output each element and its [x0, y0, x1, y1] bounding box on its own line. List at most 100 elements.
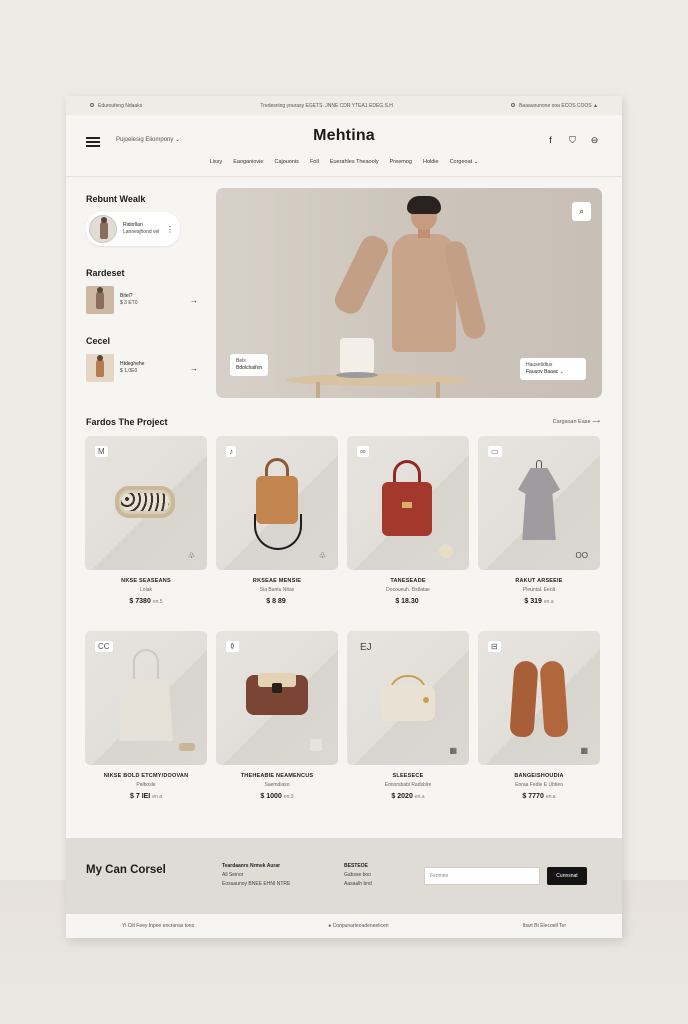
arrow-right-icon[interactable]: → [190, 296, 198, 305]
clock-icon [511, 103, 516, 108]
product-card[interactable]: CC NIKSE BOLD ETCMY/DOOVAN Pelbosle $ 7 … [85, 631, 207, 800]
top-announcement-bar: Eduroufeng Ndaaks Tredesning yourasy EGE… [66, 96, 622, 115]
product-image: ▭ OO [478, 436, 600, 570]
crossbody-bag-image [381, 685, 435, 721]
footer-link[interactable]: Eosuaunoy BNEE EHNI NTRE [222, 880, 290, 889]
facebook-icon[interactable]: f [545, 135, 556, 146]
product-subtitle: Eoraa Fedle E Ubtieo [515, 782, 563, 788]
product-name: THEHEABIE NEAMENCUS [240, 773, 314, 779]
model-image [330, 194, 494, 394]
product-badge: ⊟ [488, 641, 501, 652]
product-thumbnail [86, 354, 114, 382]
more-icon: ⋮ [166, 224, 174, 234]
product-name: SLEESECE [392, 773, 424, 779]
product-card[interactable]: ▭ OO RAKUT ARSEEIE Pleuntal. Eeolt $ 319… [478, 436, 600, 605]
product-card[interactable]: EJ ▦ SLEESECE Eonorsbabi Radsblre $ 2020… [347, 631, 469, 800]
footer-link[interactable]: Aasaalh bnd [344, 880, 372, 889]
chat-icon[interactable]: ⊖ [589, 135, 600, 146]
product-badge: CC [95, 641, 113, 652]
social-icons: f ⛉ ⊖ [545, 135, 600, 146]
product-name: RAKUT ARSEEIE [515, 578, 563, 584]
product-badge: ▭ [488, 446, 502, 457]
sidebar-item-recent[interactable]: Ridorllan Lannesjhond vel ⋮ [86, 212, 180, 246]
dress-image [518, 468, 560, 540]
topbar-right: Baaauounone ooa ECOS COOS ▲ [511, 103, 598, 109]
hero-tag[interactable]: Bels Bdolchaifon [230, 354, 269, 376]
sidebar-item-product[interactable]: Htdeghehe $ 1,0E0 → [86, 354, 198, 382]
email-input[interactable]: Fenmeo [424, 867, 540, 885]
bell-icon[interactable]: ▲ [593, 103, 598, 109]
product-subtitle: Eonorsbabi Radsblre [384, 782, 432, 788]
tag-icon: ♧ [318, 551, 326, 560]
product-name: BANGEISHOUDIA [514, 773, 564, 779]
location-icon [90, 103, 94, 108]
product-name: NKSE SEASEANS [121, 578, 171, 584]
policy-link[interactable]: Ibart Bt Elecoell Ter [523, 923, 566, 929]
product-grid-row: M ♧ NKSE SEASEANS Lolak $ 7380 en.5 ♪ ♧ R… [85, 436, 601, 605]
product-price: $ 319 en.a [524, 598, 554, 605]
product-subtitle: Docoueuh. Bstlatae [386, 587, 430, 593]
product-card[interactable]: ∞ TANESEADE Docoueuh. Bstlatae $ 18.30 [347, 436, 469, 605]
nav-item[interactable]: Cajouonis [274, 159, 298, 165]
product-image: ♪ ♧ [216, 436, 338, 570]
copyright-text: ● Conpunarteoadeneeliceri [328, 923, 389, 929]
product-name: NIKSE BOLD ETCMY/DOOVAN [103, 773, 189, 779]
compare-icon[interactable]: OO [576, 551, 588, 560]
avatar [89, 215, 117, 243]
nav-item[interactable]: Lissy [210, 159, 223, 165]
product-subtitle: Saemdiaso [264, 782, 290, 788]
grid-icon: ▦ [580, 746, 588, 755]
product-price: $ 7770 en.a [522, 793, 556, 800]
footer-link[interactable]: All Seinor [222, 871, 290, 880]
product-subtitle: Pleuntal. Eeolt [522, 587, 556, 593]
arrow-right-icon[interactable]: → [190, 364, 198, 373]
bag-icon[interactable]: ⛉ [567, 135, 578, 146]
topbar-center: Tredesning yourasy EGETS. JNNE CDR YTEA1… [260, 102, 393, 109]
footer-link[interactable]: Gabsse boo [344, 871, 372, 880]
product-badge: ∞ [357, 446, 369, 457]
sidebar-section-title: Rardeset [86, 268, 125, 278]
product-name: TANESEADE [390, 578, 426, 584]
product-card[interactable]: ⚱ THEHEABIE NEAMENCUS Saemdiaso $ 1000 en… [216, 631, 338, 800]
product-image: ⚱ [216, 631, 338, 765]
product-badge: EJ [360, 642, 372, 653]
nav-item[interactable]: Eaoganiovie [233, 159, 263, 165]
section-title: Fardos The Project [86, 417, 168, 427]
footer: My Can Corsel Teardaanrs Nrmek Aurar All… [66, 838, 622, 914]
hero-tag-dropdown[interactable]: Hausetidtus Fauuov Baaac ⌄ [520, 358, 586, 380]
nav-item[interactable]: Euerahles Theaooly [330, 159, 379, 165]
product-price: $ 1000 en.3 [260, 793, 294, 800]
search-icon[interactable]: ⌕ [572, 202, 591, 221]
product-card[interactable]: M ♧ NKSE SEASEANS Lolak $ 7380 en.5 [85, 436, 207, 605]
product-thumbnail [86, 286, 114, 314]
product-image: ⊟ ▦ [478, 631, 600, 765]
nav-item-dropdown[interactable]: Corgeoat ⌄ [450, 159, 479, 165]
product-badge: M [95, 446, 108, 457]
handbag-image [382, 482, 432, 536]
product-price: $ 2020 en.a [391, 793, 425, 800]
product-price: $ 7 IEI en.a [130, 793, 162, 800]
topbar-left: Eduroufeng Ndaaks [90, 103, 142, 109]
product-card[interactable]: ⊟ ▦ BANGEISHOUDIA Eoraa Fedle E Ubtieo $… [478, 631, 600, 800]
nav-item[interactable]: Holdie [423, 159, 439, 165]
brand-logo[interactable]: Mehtina [66, 127, 622, 145]
product-card[interactable]: ♪ ♧ RKSEAE MENSIE Sia Bantu Nitas $ 8 89 [216, 436, 338, 605]
product-image: M ♧ [85, 436, 207, 570]
sidebar-item-product[interactable]: Bitel? $ 3 ET0 → [86, 286, 198, 314]
hero-banner[interactable]: ⌕ Bels Bdolchaifon Hausetidtus Fauuov Baaa… [216, 188, 602, 398]
nav-item[interactable]: Preemog [390, 159, 412, 165]
sidebar: Rebunt Wealk Ridorllan Lannesjhond vel ⋮ … [86, 194, 198, 404]
product-price: $ 18.30 [395, 598, 419, 605]
product-price: $ 8 89 [266, 598, 286, 605]
sidebar-section-title: Cecel [86, 336, 111, 346]
legal-text: Yi Cilt Feey Inpee encranas tons [122, 923, 195, 929]
footer-column: Teardaanrs Nrmek Aurar All Seinor Eosuau… [222, 863, 291, 889]
product-subtitle: Lolak [140, 587, 152, 593]
product-image: ∞ [347, 436, 469, 570]
subscribe-button[interactable]: Cunnsnat [547, 867, 587, 885]
footer-column: BESTEOE Gabsse boo Aasaalh bnd [344, 863, 372, 889]
bottom-bar: Yi Cilt Feey Inpee encranas tons ● Conpu… [66, 914, 622, 938]
nav-item[interactable]: Foll [310, 159, 319, 165]
shoe-image [509, 660, 539, 738]
view-all-link[interactable]: Cargsoan Ease ⟶ [553, 419, 600, 425]
